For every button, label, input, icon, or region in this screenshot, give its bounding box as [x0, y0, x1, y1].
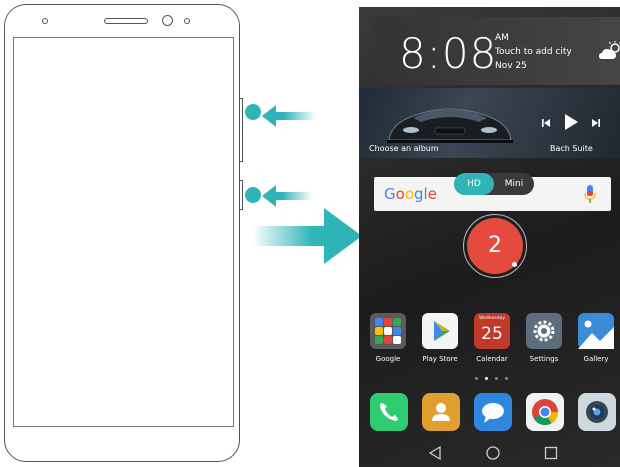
music-widget[interactable]: Choose an album Bach Suite: [359, 88, 620, 158]
page-indicator-dot: [505, 377, 508, 380]
back-icon[interactable]: [427, 445, 443, 461]
proximity-sensor: [184, 18, 190, 24]
clock-weather-widget[interactable]: 8:08 AM Touch to add city Nov 25: [375, 17, 620, 85]
phone-screen: 8:08 AM Touch to add city Nov 25 Choose …: [359, 7, 620, 467]
home-icon[interactable]: [485, 445, 501, 461]
play-icon[interactable]: [564, 114, 578, 130]
sensor-dot: [42, 18, 48, 24]
track-artist-label: Bach Suite: [550, 144, 593, 153]
partly-cloudy-icon: [599, 41, 620, 59]
press-indicator-volume: [245, 104, 261, 120]
press-indicator-power: [245, 187, 261, 203]
arrow-left-icon: [262, 185, 312, 207]
hd-mini-toggle[interactable]: HD Mini: [454, 173, 534, 195]
clock-date: Nov 25: [495, 61, 527, 71]
page-indicator-dot: [475, 377, 478, 380]
clock-time: 8:08: [399, 29, 498, 78]
app-label: Google: [375, 355, 401, 363]
google-logo: Google: [384, 185, 437, 203]
calendar-icon: Wednesday 25: [474, 313, 510, 349]
app-play-store[interactable]: Play Store: [415, 313, 465, 363]
microphone-icon[interactable]: [584, 185, 596, 203]
previous-track-icon[interactable]: [541, 118, 551, 128]
arrow-right-icon: [252, 208, 362, 264]
camera-icon[interactable]: [578, 393, 616, 431]
chrome-icon[interactable]: [526, 393, 564, 431]
app-label: Play Store: [422, 355, 458, 363]
app-google[interactable]: Google: [363, 313, 413, 363]
page-indicator-dot-active: [485, 377, 488, 380]
arrow-left-icon: [262, 105, 316, 127]
app-label: Gallery: [583, 355, 609, 363]
phone-icon[interactable]: [370, 393, 408, 431]
page-indicator-dot: [495, 377, 498, 380]
gallery-icon: [578, 313, 614, 349]
mini-option[interactable]: Mini: [494, 173, 534, 195]
volume-key: [240, 98, 243, 162]
calendar-weekday: Wednesday: [478, 316, 506, 321]
hd-option[interactable]: HD: [454, 173, 494, 195]
settings-icon: [526, 313, 562, 349]
app-gallery[interactable]: Gallery: [571, 313, 620, 363]
play-store-icon: [422, 313, 458, 349]
app-calendar[interactable]: Wednesday 25 Calendar: [467, 313, 517, 363]
countdown-handle: [512, 262, 517, 267]
front-camera: [162, 15, 173, 26]
next-track-icon[interactable]: [591, 118, 601, 128]
choose-album-label[interactable]: Choose an album: [369, 144, 439, 153]
clock-ampm: AM: [495, 33, 509, 43]
google-folder-icon: [370, 313, 406, 349]
power-key: [240, 180, 243, 210]
phone-outline-screen: [13, 37, 234, 427]
earpiece-slot: [104, 18, 148, 24]
app-settings[interactable]: Settings: [519, 313, 569, 363]
add-city-link[interactable]: Touch to add city: [495, 47, 572, 57]
app-label: Settings: [529, 355, 559, 363]
recents-icon[interactable]: [543, 445, 559, 461]
calendar-day: 25: [481, 324, 503, 344]
messages-icon[interactable]: [474, 393, 512, 431]
app-label: Calendar: [476, 355, 508, 363]
contacts-icon[interactable]: [422, 393, 460, 431]
